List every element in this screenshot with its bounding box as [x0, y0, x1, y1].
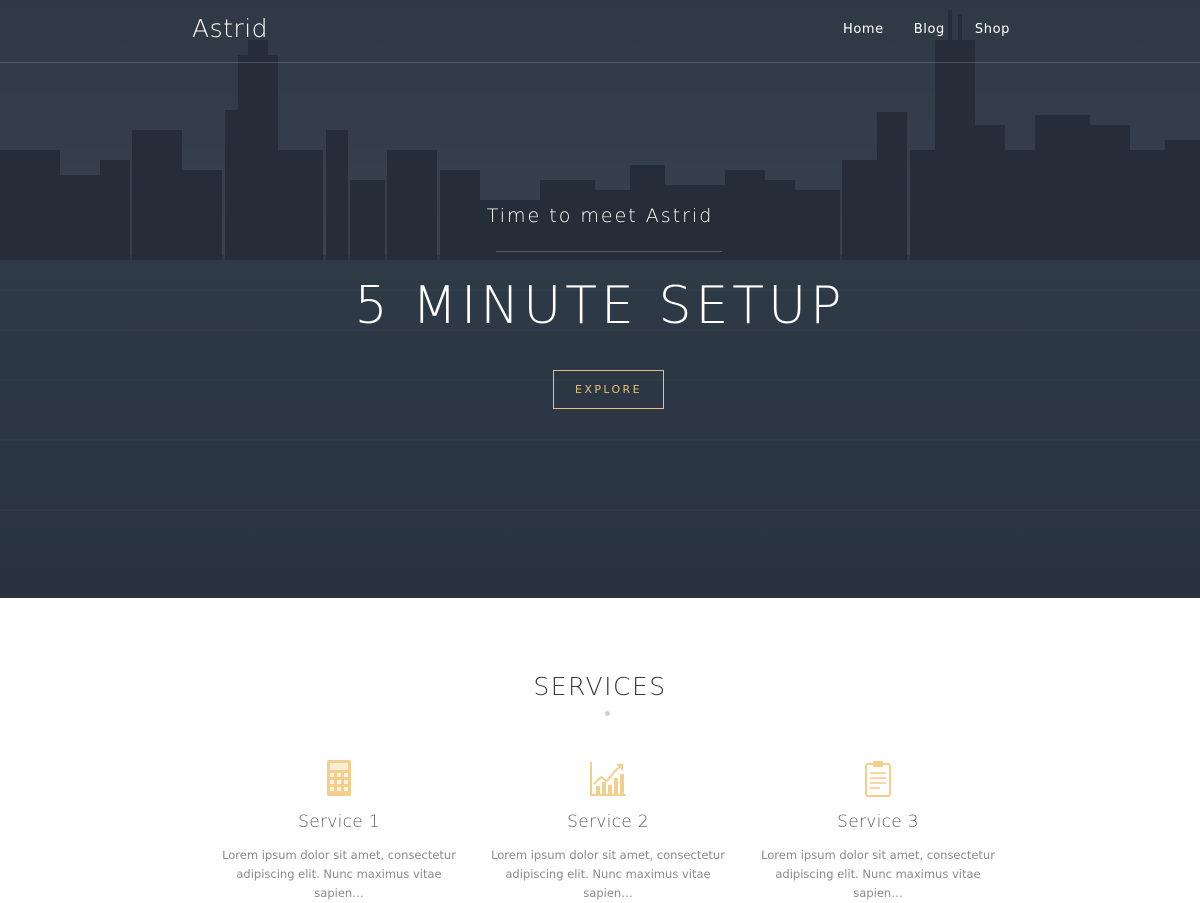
nav-item-home[interactable]: Home [843, 22, 884, 37]
nav-item-blog[interactable]: Blog [914, 22, 945, 37]
service-card-3: Service 3 Lorem ipsum dolor sit amet, co… [753, 758, 1003, 903]
main-nav: Home Blog Shop [843, 22, 1010, 37]
top-navigation-bar: Astrid Home Blog Shop [0, 0, 1200, 63]
services-title: SERVICES [533, 672, 667, 701]
service-name: Service 3 [837, 812, 919, 832]
service-card-2: Service 2 Lorem ipsum dolor sit amet, co… [483, 758, 733, 903]
calculator-icon [327, 760, 351, 796]
nav-item-shop[interactable]: Shop [975, 22, 1010, 37]
site-logo[interactable]: Astrid [192, 14, 268, 43]
hero-content: Time to meet Astrid 5 MINUTE SETUP EXPLO… [0, 0, 1200, 598]
service-description: Lorem ipsum dolor sit amet, consectetur … [491, 848, 725, 900]
hero-subtitle: Time to meet Astrid [486, 205, 714, 227]
hero-title: 5 MINUTE SETUP [354, 276, 846, 336]
explore-button[interactable]: EXPLORE [553, 370, 664, 409]
hero-divider [496, 251, 722, 252]
service-card-1: Service 1 Lorem ipsum dolor sit amet, co… [214, 758, 464, 903]
services-section: SERVICES Service 1 Lorem ipsum dolor sit… [0, 598, 1200, 900]
service-description: Lorem ipsum dolor sit amet, consectetur … [222, 848, 456, 900]
chart-growth-icon [590, 762, 626, 796]
clipboard-icon [865, 761, 891, 797]
service-name: Service 2 [567, 812, 649, 832]
services-divider-dot [605, 711, 610, 716]
service-description: Lorem ipsum dolor sit amet, consectetur … [761, 848, 995, 900]
service-name: Service 1 [298, 812, 380, 832]
hero-section: Astrid Home Blog Shop Time to meet Astri… [0, 0, 1200, 598]
